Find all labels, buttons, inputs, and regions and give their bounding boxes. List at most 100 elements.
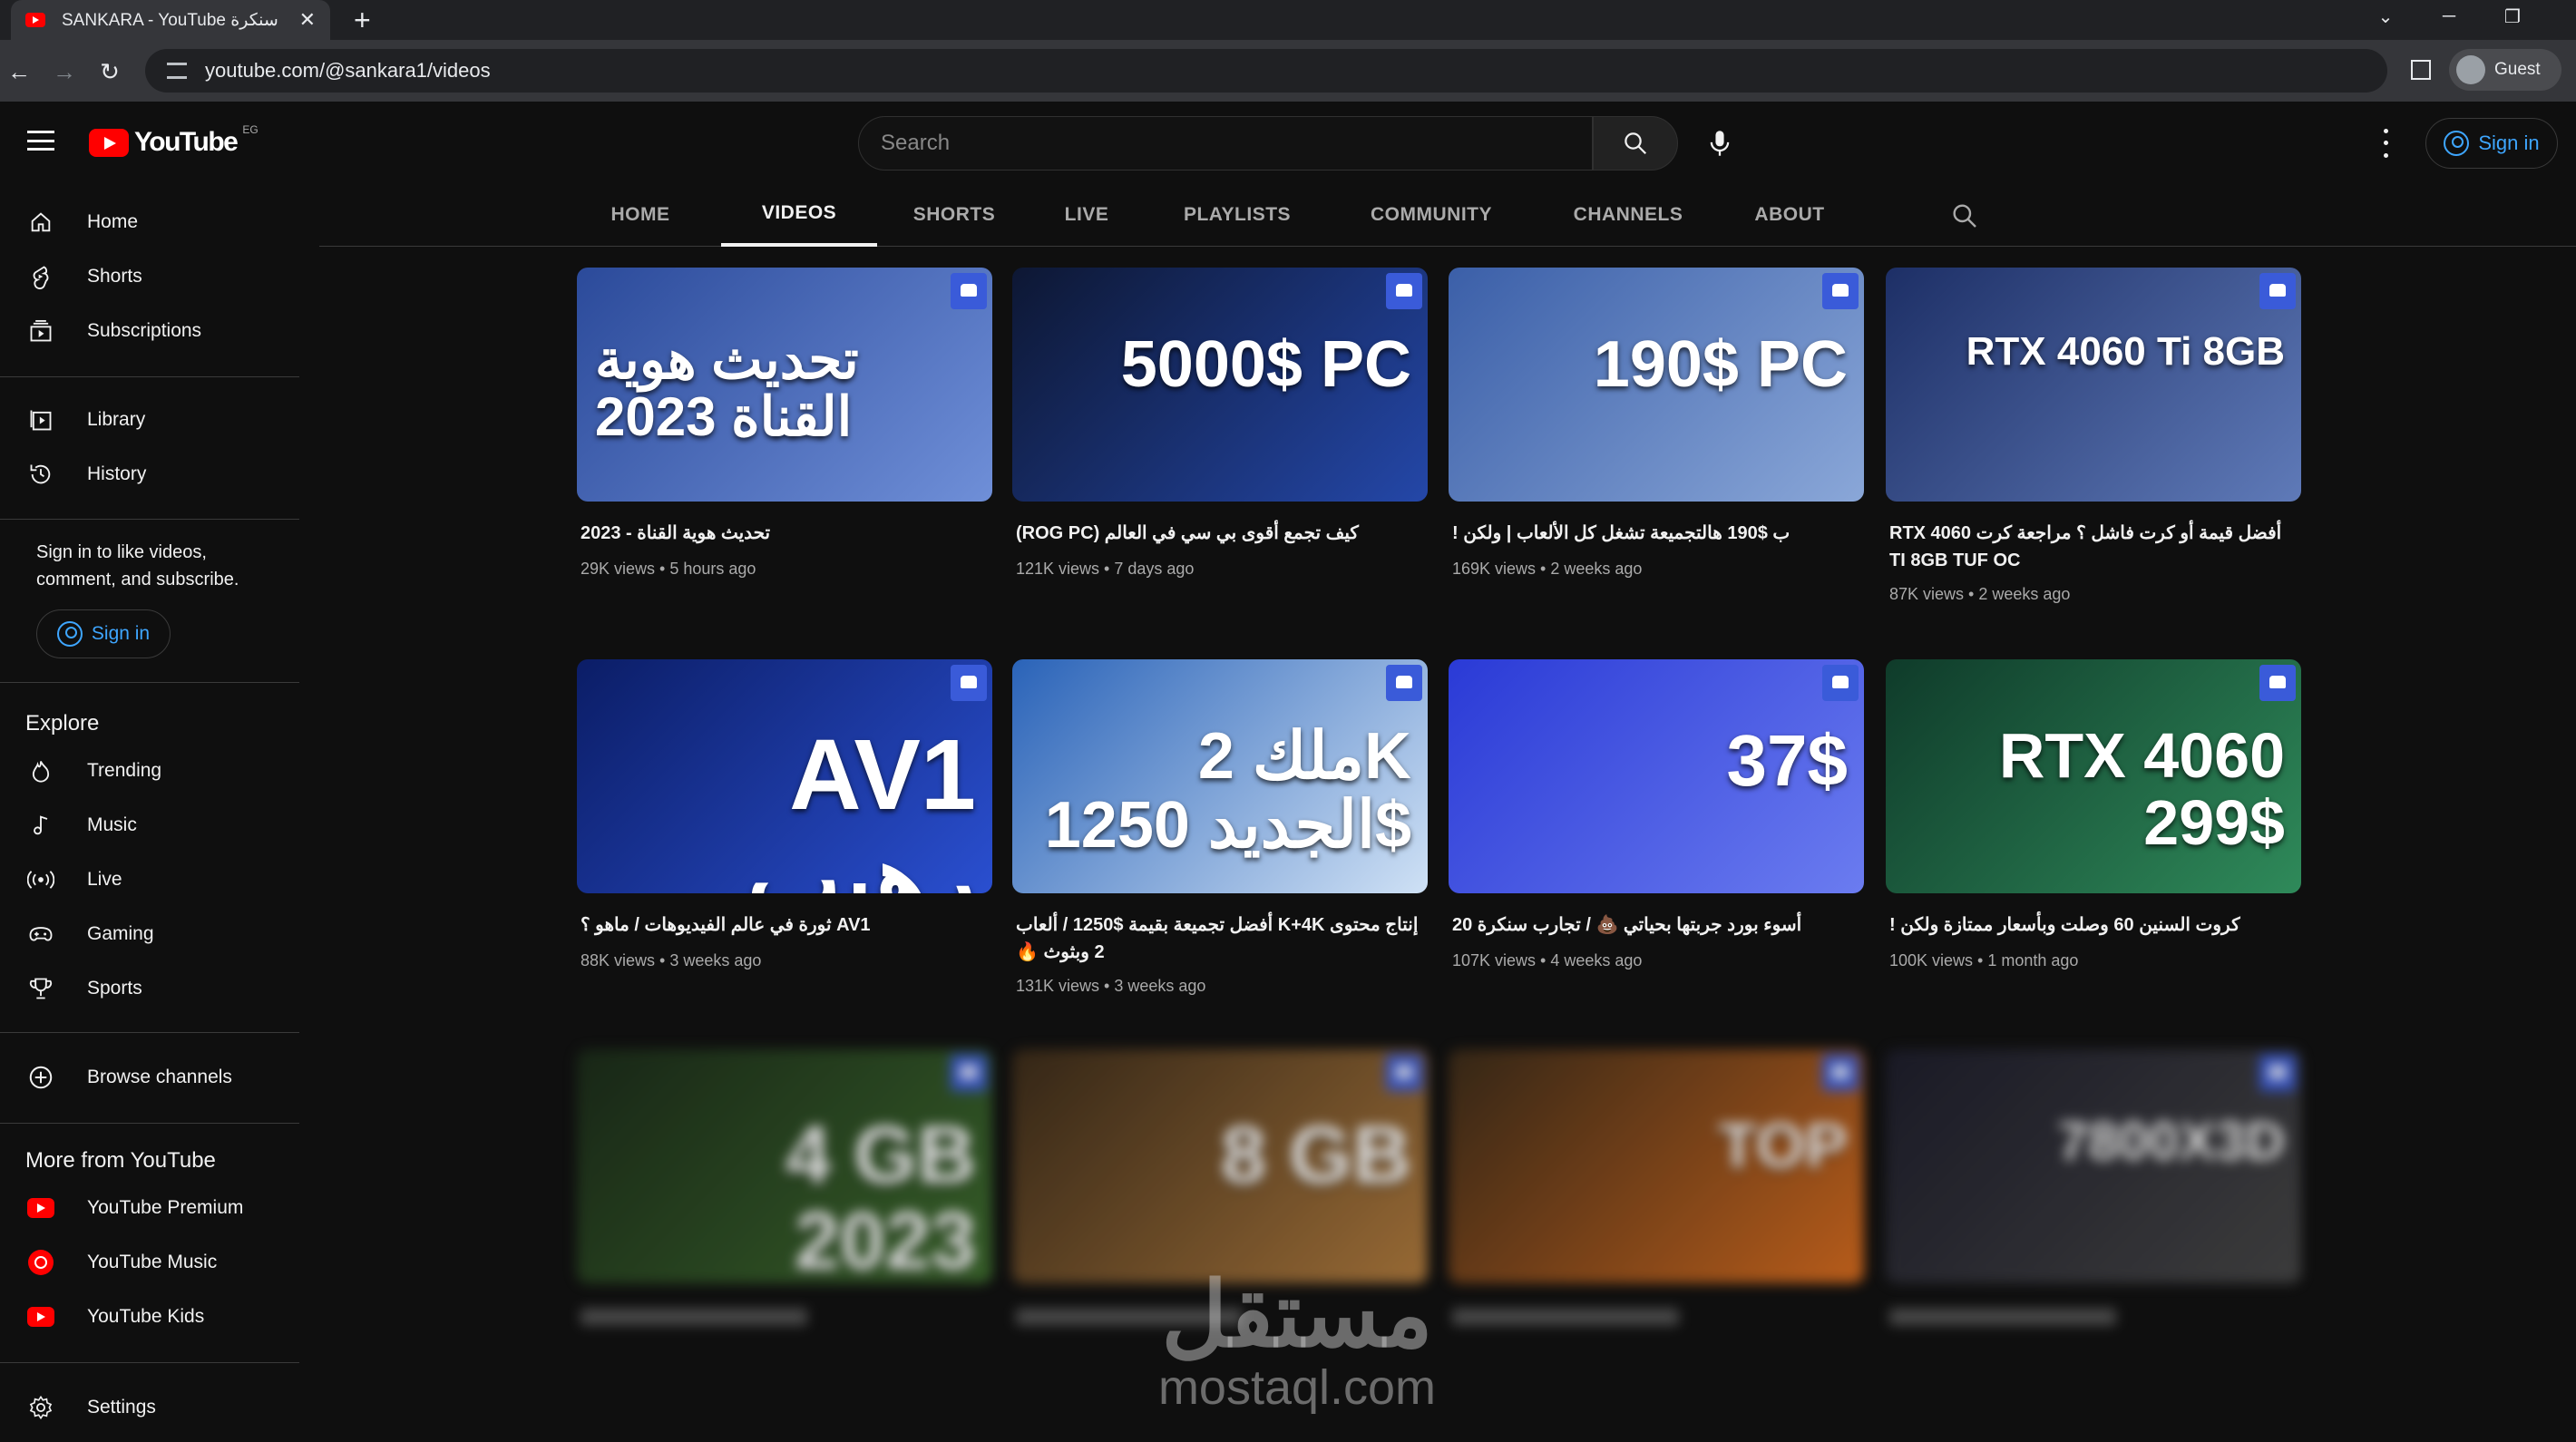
channel-badge-icon [1386, 665, 1422, 701]
video-thumbnail[interactable]: ملك 2K الجديد 1250$ [1012, 659, 1428, 893]
tab-channels[interactable]: CHANNELS [1539, 183, 1717, 247]
sidebar-divider [0, 682, 299, 683]
search-box [858, 116, 1593, 171]
video-thumbnail[interactable]: تحديث هوية القناة 2023 [577, 268, 992, 502]
minimize-button[interactable]: ─ [2422, 0, 2476, 33]
video-title[interactable]: كروت السنين 60 وصلت وبأسعار ممتازة ولكن … [1889, 911, 2298, 939]
profile-label: Guest [2494, 60, 2541, 79]
sidebar-item-label: Live [87, 869, 122, 890]
watermark-arabic: مستقل [1161, 1264, 1433, 1366]
tab-home[interactable]: HOME [571, 183, 709, 247]
video-meta: 87K views • 2 weeks ago [1889, 585, 2071, 603]
country-code: EG [242, 123, 259, 136]
sidebar-item-home[interactable]: Home [0, 195, 299, 249]
library-icon [27, 406, 54, 434]
tab-search-icon[interactable]: ⌄ [2358, 0, 2413, 33]
tab-live[interactable]: LIVE [1031, 183, 1142, 247]
sidebar-item-label: History [87, 463, 147, 484]
sidebar-item-library[interactable]: Library [0, 393, 299, 447]
sign-in-label: Sign in [91, 623, 151, 644]
thumbnail-text: 37$ [1726, 720, 1848, 801]
sidebar-item-shorts[interactable]: Shorts [0, 249, 299, 304]
thumbnail-text: RTX 4060 Ti 8GB [1966, 329, 2285, 374]
video-thumbnail[interactable]: 37$ [1449, 659, 1864, 893]
new-tab-button[interactable]: + [354, 4, 371, 36]
sports-trophy-icon [27, 975, 54, 1002]
history-icon [27, 461, 54, 488]
thumbnail-text: RTX 4060 299$ [1998, 720, 2285, 858]
video-title[interactable]: أفضل قيمة أو كرت فاشل ؟ مراجعة كرت RTX 4… [1889, 520, 2298, 574]
channel-tabs: HOME VIDEOS SHORTS LIVE PLAYLISTS COMMUN… [319, 183, 2576, 247]
sidebar-item-browse-channels[interactable]: Browse channels [0, 1050, 299, 1105]
video-thumbnail[interactable]: 190$ PC [1449, 268, 1864, 502]
channel-search-icon[interactable] [1950, 201, 1979, 230]
sidebar-item-label: Library [87, 409, 146, 430]
video-thumbnail[interactable]: 5000$ PC [1012, 268, 1428, 502]
microphone-icon [1710, 131, 1730, 156]
video-thumbnail[interactable]: 7800X3D [1886, 1049, 2301, 1283]
channel-badge-icon [951, 273, 987, 309]
video-title[interactable]: أسوء بورد جربتها بحياتي 💩 / تجارب سنكرة … [1452, 911, 1860, 939]
back-icon[interactable]: ← [4, 56, 34, 87]
video-thumbnail[interactable]: 4 GB 2023 [577, 1049, 992, 1283]
address-bar[interactable]: youtube.com/@sankara1/videos [145, 49, 2387, 93]
tab-community[interactable]: COMMUNITY [1332, 183, 1530, 247]
search-input[interactable] [881, 131, 1592, 156]
tab-about[interactable]: ABOUT [1726, 183, 1853, 247]
video-title[interactable]: تحديث هوية القناة - 2023 [581, 520, 989, 547]
profile-button[interactable]: Guest [2449, 49, 2561, 91]
sidebar-divider [0, 1123, 299, 1124]
blurred-title-placeholder [1452, 1309, 1679, 1325]
video-meta: 29K views • 5 hours ago [581, 560, 756, 578]
sidebar-item-live[interactable]: Live [0, 853, 299, 907]
video-thumbnail[interactable]: RTX 4060 Ti 8GB [1886, 268, 2301, 502]
sidebar-item-youtube-kids[interactable]: YouTube Kids [0, 1290, 299, 1344]
sidebar-item-trending[interactable]: Trending [0, 744, 299, 798]
youtube-logo[interactable]: YouTube EG [89, 123, 259, 158]
add-circle-icon [27, 1064, 54, 1091]
menu-icon[interactable] [27, 131, 54, 151]
sidebar-item-subscriptions[interactable]: Subscriptions [0, 304, 299, 358]
close-tab-icon[interactable]: ✕ [299, 8, 316, 32]
video-thumbnail[interactable]: AV1 رهيب [577, 659, 992, 893]
video-title[interactable]: ب $190 هالتجميعة تشغل كل الألعاب | ولكن … [1452, 520, 1860, 547]
thumbnail-text: 7800X3D [2057, 1111, 2285, 1172]
settings-menu-icon[interactable] [2375, 125, 2396, 161]
reload-icon[interactable]: ↻ [94, 56, 125, 87]
subscriptions-icon [27, 317, 54, 345]
video-title[interactable]: AV1 ثورة في عالم الفيديوهات / ماهو ؟ [581, 911, 989, 939]
sidebar-item-label: Sports [87, 978, 142, 999]
video-meta: 100K views • 1 month ago [1889, 951, 2079, 969]
video-title[interactable]: كيف تجمع أقوى بي سي في العالم (ROG PC) [1016, 520, 1424, 547]
video-thumbnail[interactable]: 8 GB [1012, 1049, 1428, 1283]
site-info-icon[interactable] [167, 63, 187, 79]
sign-in-button[interactable]: Sign in [2425, 118, 2558, 169]
sidebar-item-music[interactable]: Music [0, 798, 299, 853]
channel-badge-icon [1822, 665, 1859, 701]
sidebar-item-gaming[interactable]: Gaming [0, 907, 299, 961]
voice-search-button[interactable] [1693, 116, 1747, 171]
video-thumbnail[interactable]: RTX 4060 299$ [1886, 659, 2301, 893]
music-icon [27, 812, 54, 839]
tab-videos[interactable]: VIDEOS [721, 183, 877, 247]
video-thumbnail[interactable]: TOP [1449, 1049, 1864, 1283]
youtube-play-icon [89, 128, 129, 157]
sidebar-item-sports[interactable]: Sports [0, 961, 299, 1016]
sidebar-sign-in-button[interactable]: Sign in [36, 609, 171, 658]
tab-shorts[interactable]: SHORTS [886, 183, 1022, 247]
browser-tab[interactable]: SANKARA - YouTube سنكرة ✕ [11, 0, 330, 40]
tab-playlists[interactable]: PLAYLISTS [1151, 183, 1323, 247]
video-title[interactable]: إنتاج محتوى K+4K أفضل تجميعة بقيمة $1250… [1016, 911, 1424, 966]
youtube-music-icon [27, 1249, 54, 1276]
sidebar-item-youtube-premium[interactable]: YouTube Premium [0, 1181, 299, 1235]
sidebar-item-youtube-music[interactable]: YouTube Music [0, 1235, 299, 1290]
forward-icon[interactable]: → [49, 56, 80, 87]
side-panel-icon[interactable] [2411, 60, 2431, 80]
search-button[interactable] [1593, 116, 1678, 171]
sidebar-item-settings[interactable]: Settings [0, 1380, 299, 1435]
sidebar-item-label: YouTube Kids [87, 1306, 205, 1327]
restore-button[interactable]: ❐ [2485, 0, 2540, 33]
sidebar-item-history[interactable]: History [0, 447, 299, 502]
logo-text: YouTube [134, 127, 239, 157]
sidebar-item-label: Gaming [87, 923, 154, 944]
